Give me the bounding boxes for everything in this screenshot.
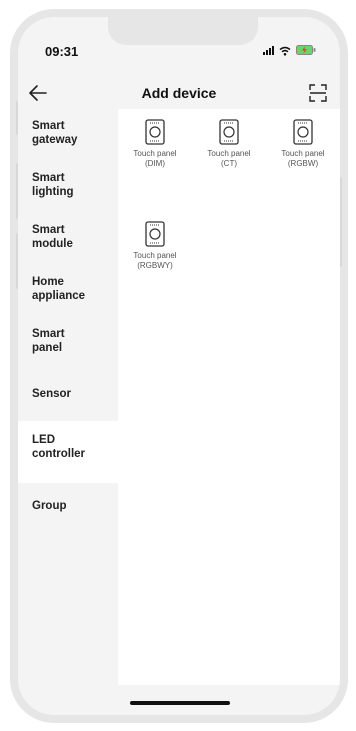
device-list: Touch panel (DIM) Touch panel (CT) Touch… <box>118 109 340 685</box>
sidebar-item-label: Home appliance <box>32 276 86 302</box>
device-type: (DIM) <box>145 159 165 168</box>
status-time: 09:31 <box>45 44 79 59</box>
phone-frame: 09:31 Add device Smart gateway Smart lig… <box>10 9 348 723</box>
device-touch-panel-rgbwy[interactable]: Touch panel (RGBWY) <box>118 221 192 323</box>
scan-button[interactable] <box>306 81 330 105</box>
sidebar-item-smart-lighting[interactable]: Smart lighting <box>18 161 118 213</box>
device-type: (CT) <box>221 159 237 168</box>
sidebar-item-led-controller[interactable]: LED controller <box>18 421 118 483</box>
wifi-icon <box>279 46 291 56</box>
status-icons <box>263 45 316 56</box>
sidebar-item-label: Smart gateway <box>32 120 78 146</box>
page-title: Add device <box>141 85 217 101</box>
touch-panel-icon <box>145 221 165 247</box>
device-grid: Touch panel (DIM) Touch panel (CT) Touch… <box>118 109 340 323</box>
touch-panel-icon <box>293 119 313 145</box>
sidebar-item-label: Group <box>32 500 67 512</box>
home-indicator[interactable] <box>130 701 230 705</box>
touch-panel-icon <box>145 119 165 145</box>
device-name: Touch panel <box>281 149 325 158</box>
device-name: Touch panel <box>133 149 177 158</box>
sidebar-item-sensor[interactable]: Sensor <box>18 369 118 421</box>
device-type: (RGBW) <box>287 159 319 168</box>
header: Add device <box>18 75 340 111</box>
screen: 09:31 Add device Smart gateway Smart lig… <box>18 17 340 715</box>
device-touch-panel-dim[interactable]: Touch panel (DIM) <box>118 119 192 221</box>
status-bar: 09:31 <box>18 17 340 67</box>
scan-icon <box>309 84 327 102</box>
sidebar-item-label: Sensor <box>32 388 71 400</box>
device-type: (RGBWY) <box>137 261 173 270</box>
device-name: Touch panel <box>207 149 251 158</box>
device-name: Touch panel <box>133 251 177 260</box>
sidebar-item-home-appliance[interactable]: Home appliance <box>18 265 118 317</box>
sidebar-item-smart-panel[interactable]: Smart panel <box>18 317 118 369</box>
sidebar-item-label: LED controller <box>32 434 86 460</box>
notch <box>108 17 258 45</box>
sidebar-item-smart-module[interactable]: Smart module <box>18 213 118 265</box>
sidebar-item-group[interactable]: Group <box>18 483 118 535</box>
signal-icon <box>263 45 274 55</box>
sidebar-item-label: Smart panel <box>32 328 65 354</box>
category-sidebar: Smart gateway Smart lighting Smart modul… <box>18 109 118 715</box>
sidebar-item-label: Smart lighting <box>32 172 74 198</box>
device-touch-panel-ct[interactable]: Touch panel (CT) <box>192 119 266 221</box>
device-touch-panel-rgbw[interactable]: Touch panel (RGBW) <box>266 119 340 221</box>
touch-panel-icon <box>219 119 239 145</box>
sidebar-item-smart-gateway[interactable]: Smart gateway <box>18 109 118 161</box>
battery-charging-icon <box>296 45 316 55</box>
sidebar-item-label: Smart module <box>32 224 73 250</box>
